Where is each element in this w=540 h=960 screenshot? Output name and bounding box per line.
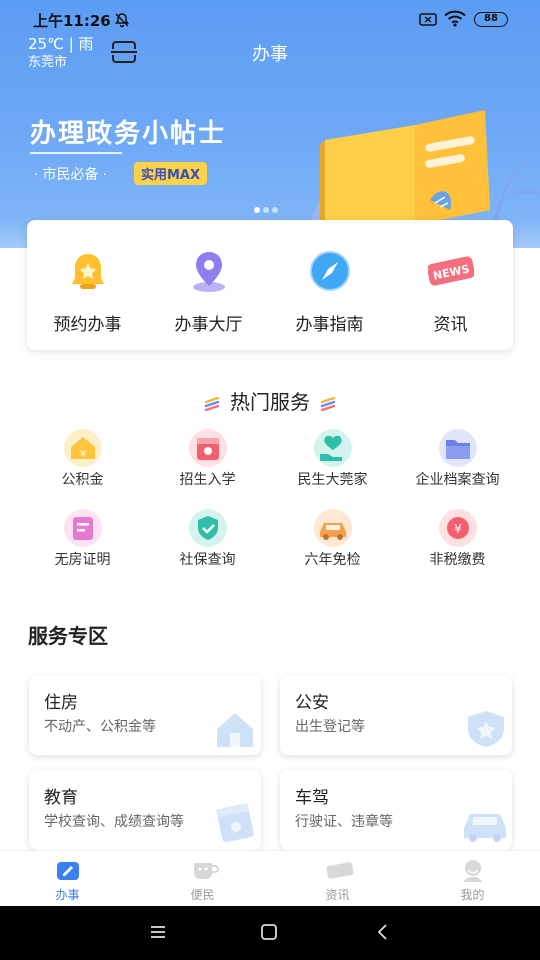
zone-card-subtitle: 出生登记等	[295, 719, 365, 735]
svg-text:¥: ¥	[80, 449, 86, 460]
housing-fund-icon: ¥	[64, 429, 102, 467]
quick-action-news[interactable]: NEWS 资讯	[390, 220, 511, 350]
tab-banshi[interactable]: 办事	[0, 851, 135, 907]
service-label: 民生大莞家	[297, 472, 368, 488]
quick-action-hall[interactable]: 办事大厅	[148, 220, 269, 350]
banner-subtitle: 市民必备	[42, 167, 99, 183]
tab-bianmin[interactable]: 便民	[135, 851, 270, 907]
tab-banshi-icon	[57, 862, 79, 880]
quick-action-label: 资讯	[433, 315, 468, 335]
service-zone-title: 服务专区	[28, 624, 108, 648]
quick-action-label: 办事指南	[295, 315, 364, 335]
livelihood-icon	[314, 429, 352, 467]
zone-card-title: 公安	[295, 693, 329, 713]
zone-card-housing[interactable]: 住房 不动产、公积金等	[29, 675, 261, 755]
banner-badge: 实用MAX	[134, 162, 208, 185]
quick-action-appointment[interactable]: 预约办事	[27, 220, 148, 350]
status-time: 上午11:26	[33, 12, 111, 30]
zone-card-subtitle: 不动产、公积金等	[44, 719, 156, 735]
carousel-dot	[263, 207, 269, 213]
sim-card-icon	[419, 13, 437, 26]
banner-headline: 办理政务小帖士	[30, 119, 227, 149]
carousel-dot	[254, 207, 260, 213]
service-label: 六年免检	[304, 552, 361, 568]
location-pin-icon	[193, 252, 225, 292]
compass-icon	[310, 251, 350, 291]
tab-zixun[interactable]: 资讯	[270, 851, 405, 907]
house-icon	[217, 713, 253, 747]
wifi-icon	[444, 10, 466, 27]
quick-action-label: 办事大厅	[174, 315, 243, 335]
car-icon	[464, 814, 506, 842]
banner-subtitle-row: · 市民必备 ·	[34, 167, 107, 183]
zone-card-education[interactable]: 教育 学校查询、成绩查询等	[29, 770, 261, 850]
service-housing-fund[interactable]: ¥ 公积金	[15, 428, 150, 498]
payment-icon: ¥	[439, 509, 477, 547]
zone-card-police[interactable]: 公安 出生登记等	[280, 675, 512, 755]
service-social-security[interactable]: 社保查询	[140, 508, 275, 578]
enrollment-icon	[189, 429, 227, 467]
battery-indicator: 88	[474, 12, 508, 27]
bell-off-icon	[115, 13, 129, 28]
back-icon[interactable]	[374, 923, 392, 941]
service-label: 招生入学	[179, 472, 236, 488]
quick-action-label: 预约办事	[53, 315, 122, 335]
quick-action-guide[interactable]: 办事指南	[269, 220, 390, 350]
service-label: 社保查询	[179, 552, 236, 568]
service-livelihood[interactable]: 民生大莞家	[265, 428, 400, 498]
car-icon	[314, 509, 352, 547]
home-icon[interactable]	[260, 923, 278, 941]
tab-label: 我的	[460, 888, 485, 902]
zone-card-vehicle[interactable]: 车驾 行驶证、违章等	[280, 770, 512, 850]
tab-bianmin-icon	[194, 863, 219, 879]
zone-card-subtitle: 行驶证、违章等	[295, 814, 393, 830]
tab-label: 资讯	[325, 888, 350, 902]
bell-icon	[72, 254, 104, 289]
quick-actions-card: 预约办事 办事大厅 办事指南 NEWS 资讯	[27, 220, 513, 350]
zone-card-title: 车驾	[295, 788, 329, 808]
certificate-icon	[64, 509, 102, 547]
decor-stripes-icon	[320, 396, 336, 411]
header-banner: 上午11:26 88 25℃ | 雨 东莞市 办事 办理政务小帖士 · 市民必备 ·	[0, 0, 540, 248]
carousel-dots	[254, 198, 281, 217]
banner-underline	[30, 152, 122, 154]
tab-wode-icon	[464, 860, 482, 882]
shield-icon	[189, 509, 227, 547]
zone-card-title: 教育	[44, 788, 78, 808]
service-six-year-exemption[interactable]: 六年免检	[265, 508, 400, 578]
service-enrollment[interactable]: 招生入学	[140, 428, 275, 498]
svg-text:¥: ¥	[454, 522, 462, 536]
service-label: 非税缴费	[429, 552, 486, 568]
system-nav-bar	[0, 906, 540, 960]
decor-stripes-icon	[204, 396, 220, 411]
tab-label: 便民	[190, 888, 215, 902]
news-icon: NEWS	[428, 256, 474, 286]
tab-label: 办事	[55, 888, 80, 902]
police-badge-icon	[468, 711, 504, 747]
service-label: 公积金	[61, 472, 104, 488]
service-no-house-certificate[interactable]: 无房证明	[15, 508, 150, 578]
tab-zixun-icon	[326, 862, 354, 879]
tab-wode[interactable]: 我的	[405, 851, 540, 907]
service-label: 无房证明	[54, 552, 111, 568]
zone-card-subtitle: 学校查询、成绩查询等	[44, 814, 184, 830]
folder-icon	[439, 429, 477, 467]
page-title: 办事	[252, 44, 288, 65]
bottom-tab-bar: 办事 便民 资讯 我的	[0, 850, 540, 906]
status-bar: 上午11:26 88	[0, 0, 540, 38]
hot-services-title-row: 热门服务	[0, 386, 540, 415]
book-icon	[216, 803, 254, 843]
carousel-dot	[272, 207, 278, 213]
menu-icon[interactable]	[149, 923, 167, 941]
zone-card-title: 住房	[44, 693, 78, 713]
service-enterprise-archive[interactable]: 企业档案查询	[390, 428, 525, 498]
service-non-tax-payment[interactable]: ¥ 非税缴费	[390, 508, 525, 578]
hot-services-title: 热门服务	[230, 390, 310, 414]
service-label: 企业档案查询	[415, 472, 500, 488]
